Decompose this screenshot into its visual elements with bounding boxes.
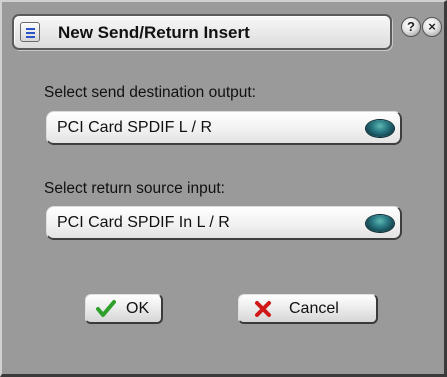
help-icon[interactable]: ? [401, 17, 421, 37]
dropdown-knob-icon[interactable] [366, 215, 394, 232]
cancel-button[interactable]: Cancel [238, 294, 378, 324]
return-source-label: Select return source input: [44, 180, 225, 197]
dropdown-knob-icon[interactable] [366, 120, 394, 137]
cancel-button-label: Cancel [289, 300, 339, 317]
return-source-select[interactable]: PCI Card SPDIF In L / R [46, 206, 402, 240]
ok-button[interactable]: OK [85, 294, 163, 324]
send-return-dialog: New Send/Return Insert ? × Select send d… [0, 0, 447, 377]
x-icon [255, 301, 271, 317]
dialog-title: New Send/Return Insert [58, 23, 250, 42]
checkmark-icon [96, 300, 116, 317]
send-destination-select[interactable]: PCI Card SPDIF L / R [46, 111, 402, 145]
title-bar[interactable]: New Send/Return Insert [12, 14, 392, 50]
send-destination-label: Select send destination output: [44, 84, 256, 101]
return-source-value: PCI Card SPDIF In L / R [57, 214, 230, 231]
menu-icon[interactable] [20, 22, 40, 42]
close-icon[interactable]: × [422, 17, 442, 37]
ok-button-label: OK [126, 300, 150, 317]
send-destination-value: PCI Card SPDIF L / R [57, 119, 212, 136]
